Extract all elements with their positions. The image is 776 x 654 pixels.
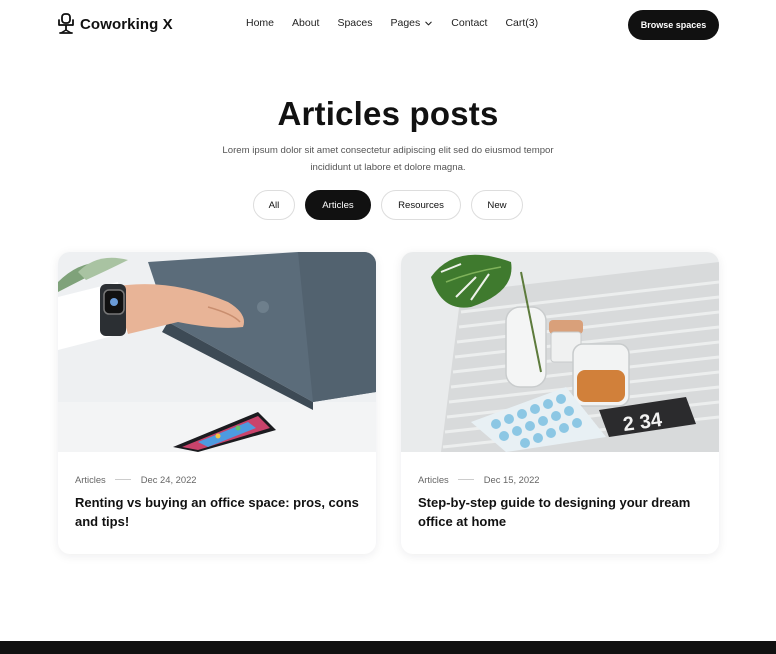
nav-home[interactable]: Home	[246, 17, 274, 29]
article-date: Dec 24, 2022	[140, 474, 197, 485]
brand-logo[interactable]: Coworking X	[57, 13, 173, 35]
laptop-watch-phone-photo	[58, 252, 376, 452]
page-subtitle: Lorem ipsum dolor sit amet consectetur a…	[222, 145, 554, 173]
office-chair-icon	[58, 13, 74, 34]
meta-divider	[114, 479, 131, 480]
page-title: Articles posts	[277, 95, 499, 132]
article-card[interactable]: 2 34 Articles Dec 15, 2022 Step-by-step …	[401, 252, 719, 554]
footer-bar	[0, 641, 776, 654]
meta-divider	[457, 479, 474, 480]
filter-all[interactable]: All	[253, 190, 295, 220]
filter-resources[interactable]: Resources	[381, 190, 461, 220]
article-date: Dec 15, 2022	[483, 474, 540, 485]
chevron-down-icon	[425, 21, 433, 25]
brand-name: Coworking X	[80, 15, 173, 33]
filter-articles[interactable]: Articles	[305, 190, 371, 220]
article-card[interactable]: Articles Dec 24, 2022 Renting vs buying …	[58, 252, 376, 554]
nav-cart[interactable]: Cart(3)	[505, 17, 538, 29]
article-title[interactable]: Step-by-step guide to designing your dre…	[418, 493, 703, 531]
article-meta: Articles Dec 24, 2022	[75, 474, 197, 485]
main-nav: Home About Spaces Pages Contact Cart(3)	[246, 17, 538, 29]
nav-contact[interactable]: Contact	[451, 17, 487, 29]
article-meta: Articles Dec 15, 2022	[418, 474, 540, 485]
nav-pages-label: Pages	[390, 17, 421, 29]
nav-about[interactable]: About	[292, 17, 319, 29]
article-title[interactable]: Renting vs buying an office space: pros,…	[75, 493, 360, 531]
category-filters: All Articles Resources New	[0, 190, 776, 220]
nav-pages[interactable]: Pages	[391, 17, 434, 29]
site-header: Coworking X Home About Spaces Pages Cont…	[0, 0, 776, 50]
article-category[interactable]: Articles	[418, 474, 449, 485]
filter-new[interactable]: New	[471, 190, 523, 220]
article-category[interactable]: Articles	[75, 474, 106, 485]
keyboard-tea-plant-photo: 2 34	[401, 252, 719, 452]
browse-spaces-button[interactable]: Browse spaces	[628, 10, 719, 40]
nav-spaces[interactable]: Spaces	[337, 17, 372, 29]
